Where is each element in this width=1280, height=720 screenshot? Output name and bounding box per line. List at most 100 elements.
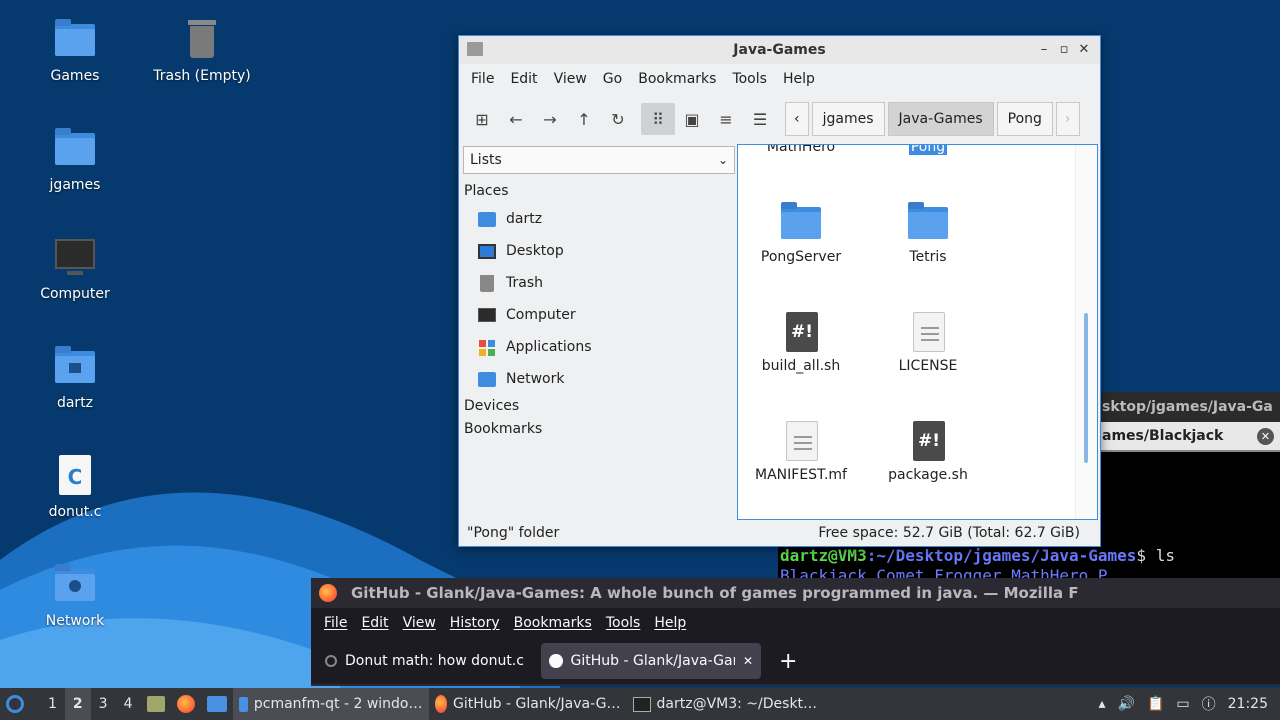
folder-icon	[906, 201, 950, 245]
volume-icon[interactable]: 🔊	[1112, 688, 1141, 720]
place-network[interactable]: Network	[461, 363, 735, 395]
desktop-icon-dartz[interactable]: dartz	[15, 345, 135, 411]
place-trash[interactable]: Trash	[461, 267, 735, 299]
breadcrumb-scroll-left[interactable]: ‹	[785, 102, 809, 136]
file-view[interactable]: MathHero Pong PongServer Tetris #! build…	[737, 144, 1098, 520]
terminal-prompt-line: dartz@VM3:~/Desktop/jgames/Java-Games$ l…	[780, 546, 1175, 565]
file-item-pongserver[interactable]: PongServer	[741, 201, 861, 265]
menu-file[interactable]: File	[463, 71, 502, 87]
file-item-tetris[interactable]: Tetris	[868, 201, 988, 265]
close-tab-icon[interactable]: ✕	[743, 654, 753, 668]
ff-menu-bookmarks[interactable]: Bookmarks	[507, 615, 599, 631]
tray-arrow-icon[interactable]: ▴	[1093, 688, 1112, 720]
new-tab-icon[interactable]: ⊞	[465, 103, 499, 135]
back-arrow-icon[interactable]: ←	[499, 103, 533, 135]
file-item-license[interactable]: LICENSE	[868, 310, 988, 374]
task-firefox[interactable]: GitHub - Glank/Java-G…	[429, 688, 627, 720]
menu-bar: File Edit View Go Bookmarks Tools Help	[459, 64, 1100, 94]
file-item-manifest-mf[interactable]: MANIFEST.mf	[741, 419, 861, 483]
menu-bookmarks[interactable]: Bookmarks	[630, 71, 724, 87]
clipboard-icon[interactable]: 📋	[1141, 688, 1170, 720]
minimize-icon[interactable]: –	[1034, 42, 1054, 57]
place-desktop[interactable]: Desktop	[461, 235, 735, 267]
workspace-1[interactable]: 1	[40, 688, 65, 720]
detailed-list-view-icon[interactable]: ☰	[743, 103, 777, 135]
desktop-icon-jgames[interactable]: jgames	[15, 127, 135, 193]
workspace-2[interactable]: 2	[64, 688, 91, 720]
close-icon[interactable]: ✕	[1074, 42, 1094, 57]
file-item-package-sh[interactable]: #! package.sh	[868, 419, 988, 483]
task-terminal[interactable]: dartz@VM3: ~/Deskt…	[627, 688, 827, 720]
ff-tab-github[interactable]: GitHub - Glank/Java-Gam ✕	[541, 643, 761, 679]
notification-icon[interactable]: ⓘ	[1196, 688, 1222, 720]
desktop-icon-games[interactable]: Games	[15, 18, 135, 84]
ff-tab-donut-math[interactable]: Donut math: how donut.c	[317, 643, 537, 679]
start-menu-button[interactable]	[0, 688, 30, 720]
desktop-icon-computer[interactable]: Computer	[15, 236, 135, 302]
thumbnail-view-icon[interactable]: ▣	[675, 103, 709, 135]
title-bar[interactable]: Java-Games – ▫ ✕	[459, 36, 1100, 64]
prompt-user: dartz@VM3	[780, 546, 867, 565]
ff-menu-file[interactable]: File	[317, 615, 354, 631]
file-item-mathhero[interactable]: MathHero	[741, 145, 861, 155]
screen-icon[interactable]: ▭	[1170, 688, 1195, 720]
firefox-icon	[319, 584, 337, 602]
c-source-file-icon: C	[53, 454, 97, 498]
place-label: dartz	[506, 211, 543, 227]
quicklaunch-firefox[interactable]	[171, 688, 201, 720]
compact-view-icon[interactable]: ≡	[709, 103, 743, 135]
up-arrow-icon[interactable]: ↑	[567, 103, 601, 135]
network-icon	[477, 370, 497, 388]
place-computer[interactable]: Computer	[461, 299, 735, 331]
desktop-icon-trash[interactable]: Trash (Empty)	[142, 18, 262, 84]
file-label: build_all.sh	[761, 358, 841, 374]
github-icon	[549, 654, 563, 668]
menu-tools[interactable]: Tools	[724, 71, 775, 87]
new-tab-button[interactable]: +	[765, 649, 811, 674]
desktop-icon-donut-c[interactable]: C donut.c	[15, 454, 135, 520]
file-item-pong[interactable]: Pong	[868, 145, 988, 155]
forward-arrow-icon[interactable]: →	[533, 103, 567, 135]
breadcrumb-jgames[interactable]: jgames	[811, 102, 885, 136]
scrollbar-thumb[interactable]	[1084, 313, 1088, 463]
menu-view[interactable]: View	[546, 71, 595, 87]
place-label: Desktop	[506, 243, 564, 259]
ff-menu-edit[interactable]: Edit	[354, 615, 395, 631]
file-item-build-all-sh[interactable]: #! build_all.sh	[741, 310, 861, 374]
workspace-3[interactable]: 3	[91, 688, 116, 720]
breadcrumb-pong[interactable]: Pong	[996, 102, 1053, 136]
maximize-icon[interactable]: ▫	[1054, 42, 1074, 57]
side-pane-mode-select[interactable]: Lists ⌄	[463, 146, 735, 174]
devices-heading[interactable]: Devices	[461, 395, 735, 418]
show-desktop-button[interactable]	[141, 688, 171, 720]
menu-go[interactable]: Go	[595, 71, 630, 87]
breadcrumb-scroll-right[interactable]: ›	[1055, 102, 1080, 136]
ff-menu-help[interactable]: Help	[647, 615, 693, 631]
firefox-window[interactable]: GitHub - Glank/Java-Games: A whole bunch…	[311, 578, 1280, 686]
reload-icon[interactable]: ↻	[601, 103, 635, 135]
vertical-scrollbar[interactable]	[1075, 145, 1097, 519]
menu-help[interactable]: Help	[775, 71, 823, 87]
quicklaunch-file-manager[interactable]	[201, 688, 233, 720]
firefox-title-bar[interactable]: GitHub - Glank/Java-Games: A whole bunch…	[311, 578, 1280, 608]
file-manager-window[interactable]: Java-Games – ▫ ✕ File Edit View Go Bookm…	[458, 35, 1101, 547]
place-dartz[interactable]: dartz	[461, 203, 735, 235]
ff-menu-history[interactable]: History	[443, 615, 507, 631]
clock[interactable]: 21:25	[1222, 688, 1280, 720]
icon-view-icon[interactable]: ⠿	[641, 103, 675, 135]
place-applications[interactable]: Applications	[461, 331, 735, 363]
ff-menu-tools[interactable]: Tools	[599, 615, 648, 631]
breadcrumb-java-games[interactable]: Java-Games	[887, 102, 994, 136]
bookmarks-heading[interactable]: Bookmarks	[461, 418, 735, 441]
places-heading[interactable]: Places	[461, 180, 735, 203]
terminal-tab[interactable]: ames/Blackjack ✕	[1100, 422, 1280, 452]
task-pcmanfm[interactable]: pcmanfm-qt - 2 windo…	[232, 688, 429, 720]
ff-menu-view[interactable]: View	[396, 615, 443, 631]
desktop-icon-network[interactable]: Network	[15, 563, 135, 629]
prompt-path: :~/Desktop/jgames/Java-Games	[866, 546, 1137, 565]
workspace-4[interactable]: 4	[116, 688, 141, 720]
menu-edit[interactable]: Edit	[502, 71, 545, 87]
toolbar: ⊞ ← → ↑ ↻ ⠿ ▣ ≡ ☰ ‹ jgames Java-Games Po…	[459, 94, 1100, 144]
place-label: Computer	[506, 307, 576, 323]
close-tab-icon[interactable]: ✕	[1257, 428, 1274, 445]
